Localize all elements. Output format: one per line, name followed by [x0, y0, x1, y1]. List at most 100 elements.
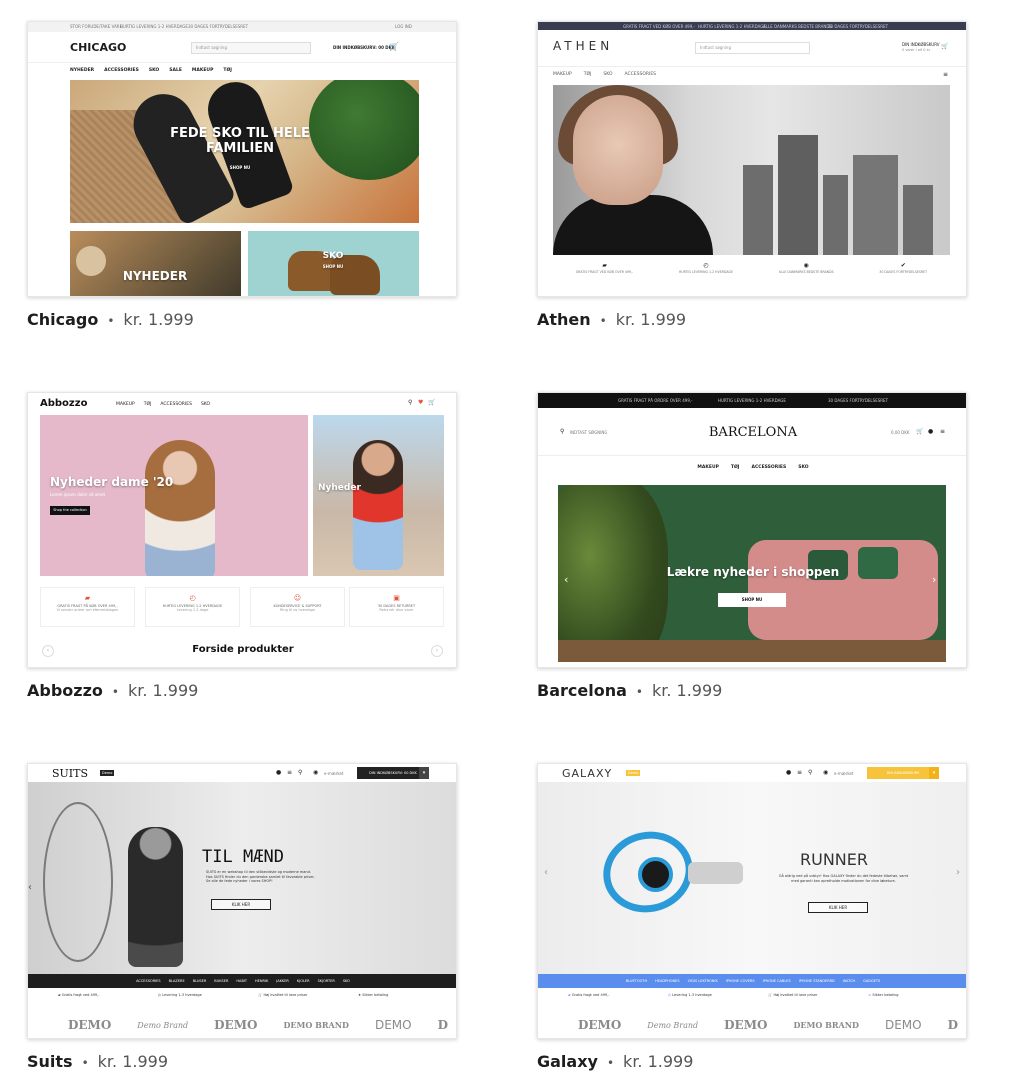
- preview-topbar-text: GRATIS FRAGT VED KØB OVER 499,-: [623, 23, 695, 29]
- preview-nav-item: SALE: [169, 68, 182, 73]
- preview-hero-cta: Shop the collection: [50, 506, 90, 515]
- preview-feature: ✔ 30 DAGES FORTRYDELSESRET: [879, 262, 928, 274]
- preview-logo: ATHEN: [553, 39, 614, 53]
- menu-icon: ≡: [943, 71, 949, 78]
- theme-preview-galaxy[interactable]: GALAXY Demo ● ≡ ⚲ ◉ e-mærket DIN INDKØBS…: [537, 763, 967, 1039]
- preview-perk: ▰ Gratis fragt ved 499,-: [568, 993, 610, 997]
- search-icon: ⚲: [808, 769, 813, 776]
- theme-card-abbozzo: Abbozzo MAKEUP TØJ ACCESSORIES SKO ⚲ ♥ 🛒…: [27, 392, 457, 703]
- preview-features: ▰ GRATIS FRAGT VED KØB OVER 499,- ◴ HURTIG…: [553, 262, 950, 287]
- preview-hero-cta: KLIK HER: [808, 902, 868, 913]
- theme-caption: Athen • kr. 1.999: [537, 309, 967, 332]
- preview-nav-item: TØJ: [730, 465, 740, 470]
- preview-nav: MAKEUP TØJ ACCESSORIES SKO: [116, 402, 210, 407]
- theme-name[interactable]: Abbozzo: [27, 681, 103, 700]
- theme-card-chicago: STOR FORUDE/TAKE VARE HURTIG LEVERING 1-…: [27, 21, 457, 332]
- preview-logo: CHICAGO: [70, 41, 127, 54]
- theme-price: kr. 1.999: [623, 1052, 694, 1071]
- preview-perk: ◴ Levering 1-3 hverdage: [158, 993, 202, 997]
- preview-nav: MAKEUP TØJ ACCESSORIES SKO: [538, 465, 966, 470]
- theme-preview-abbozzo[interactable]: Abbozzo MAKEUP TØJ ACCESSORIES SKO ⚲ ♥ 🛒…: [27, 392, 457, 668]
- theme-name[interactable]: Suits: [27, 1052, 73, 1071]
- return-icon: ✔: [900, 262, 906, 269]
- theme-name[interactable]: Barcelona: [537, 681, 627, 700]
- bag-icon: ▣: [393, 594, 400, 602]
- preview-logo: Abbozzo: [40, 398, 88, 409]
- theme-name[interactable]: Chicago: [27, 310, 98, 329]
- preview-feature: ▣ 30 DAGES RETURRET Returnér dine varer: [349, 587, 444, 627]
- preview-topbar-text: 30 DAGES FORTRYDELSESRET: [828, 398, 889, 403]
- preview-nav-item: TØJ: [583, 72, 592, 77]
- theme-name[interactable]: Galaxy: [537, 1052, 598, 1071]
- preview-perk: ▰ Gratis fragt ved 499,-: [58, 993, 100, 997]
- chevron-left-icon: ‹: [28, 882, 32, 893]
- theme-price: kr. 1.999: [127, 681, 199, 700]
- theme-caption: Barcelona • kr. 1.999: [537, 680, 967, 703]
- preview-topbar: GRATIS FRAGT PÅ ORDRE OVER 499,- HURTIG …: [538, 393, 966, 408]
- preview-hero-cta: SHOP NU: [718, 593, 786, 607]
- preview-logo-badge: Demo: [626, 770, 641, 776]
- preview-hero2-title: Nyheder: [318, 483, 361, 493]
- e-mark-icon: ◉: [823, 769, 829, 776]
- preview-hero: Nyheder dame '20 Lorem ipsum dolor sit a…: [40, 415, 308, 576]
- preview-perk: ★ Sikker betaling: [358, 993, 389, 997]
- preview-section-title: Forside produkter: [192, 644, 294, 655]
- separator-dot: •: [111, 685, 119, 699]
- preview-logo-badge: Demo: [100, 770, 115, 776]
- menu-icon: ≡: [287, 769, 293, 776]
- theme-caption: Chicago • kr. 1.999: [27, 309, 457, 332]
- preview-hero-secondary: Nyheder: [313, 415, 444, 576]
- preview-perk: ▭ Sikker betaling: [868, 993, 899, 997]
- preview-hero-cta: KLIK HER: [211, 899, 271, 910]
- preview-hero: RUNNER Gå aldrig ned på udstyr! Hos GALA…: [538, 782, 966, 974]
- preview-nav-item: SKO: [798, 465, 809, 470]
- truck-icon: ▰: [84, 594, 91, 602]
- preview-nav-item: MAKEUP: [697, 465, 719, 470]
- theme-card-barcelona: GRATIS FRAGT PÅ ORDRE OVER 499,- HURTIG …: [537, 392, 967, 703]
- preview-nav-item: ACCESSORIES: [624, 72, 657, 77]
- preview-nav-item: ACCESSORIES: [104, 68, 139, 73]
- theme-preview-suits[interactable]: SUITS Demo ● ≡ ⚲ ◉ e-mærket DIN INDKØBSK…: [27, 763, 457, 1039]
- preview-topbar: STOR FORUDE/TAKE VARE HURTIG LEVERING 1-…: [28, 22, 456, 32]
- arrow-left-icon: ‹: [42, 645, 54, 657]
- clock-icon: ◴: [189, 594, 196, 602]
- preview-topbar-text: HURTIG LEVERING 1-2 HVERDAGE: [120, 24, 188, 29]
- preview-eye-label: e-mærket: [324, 771, 344, 776]
- menu-icon: ≡: [797, 769, 803, 776]
- preview-tile-cta: SHOP NU: [322, 264, 344, 269]
- separator-dot: •: [599, 314, 607, 328]
- preview-topbar: GRATIS FRAGT VED KØB OVER 499,- HURTIG L…: [538, 22, 966, 30]
- preview-nav-item: TØJ: [223, 68, 232, 73]
- preview-login: LOG IND: [395, 24, 412, 29]
- preview-nav: NYHEDER ACCESSORIES SKO SALE MAKEUP TØJ: [70, 68, 232, 73]
- user-icon: ●: [786, 769, 792, 776]
- menu-icon: ≡: [940, 428, 946, 435]
- preview-cart: DIN INDKØBSKURV: 00 DKK: [333, 45, 395, 50]
- preview-cart-sub: 0 varer i alt 0 kr: [902, 48, 931, 52]
- preview-feature: ◴ HURTIG LEVERING 1-2 HVERDAGE Levering 1-…: [145, 587, 240, 627]
- preview-tile-news: NYHEDER: [70, 231, 241, 296]
- theme-price: kr. 1.999: [97, 1052, 169, 1071]
- preview-perk: 🛒 Høj kvalitet til lave priser: [258, 993, 308, 997]
- theme-price: kr. 1.999: [123, 310, 194, 329]
- preview-topbar-text: ALLE DANMARKS BEDSTE BRANDS: [763, 23, 832, 29]
- theme-name[interactable]: Athen: [537, 310, 591, 329]
- preview-topbar-text: HURTIG LEVERING 1-2 HVERDAGE: [718, 398, 786, 403]
- chevron-right-icon: ›: [932, 573, 937, 586]
- theme-card-athen: GRATIS FRAGT VED KØB OVER 499,- HURTIG L…: [537, 21, 967, 332]
- chevron-left-icon: ‹: [564, 573, 569, 586]
- user-icon: ●: [276, 769, 282, 776]
- search-icon: ⚲: [408, 399, 413, 406]
- theme-preview-barcelona[interactable]: GRATIS FRAGT PÅ ORDRE OVER 499,- HURTIG …: [537, 392, 967, 668]
- theme-caption: Galaxy • kr. 1.999: [537, 1051, 967, 1074]
- cart-icon: 🛒: [389, 42, 399, 51]
- theme-preview-athen[interactable]: GRATIS FRAGT VED KØB OVER 499,- HURTIG L…: [537, 21, 967, 297]
- theme-price: kr. 1.999: [615, 310, 687, 329]
- preview-hero-cta: SHOP NU: [229, 165, 251, 170]
- theme-preview-chicago[interactable]: STOR FORUDE/TAKE VARE HURTIG LEVERING 1-…: [27, 21, 457, 297]
- preview-nav-item: MAKEUP: [116, 402, 135, 407]
- preview-tile-title: NYHEDER: [122, 269, 188, 283]
- award-icon: ◉: [803, 262, 809, 269]
- preview-brands: DEMO Demo Brand DEMO DEMO BRAND DEMO D: [68, 1018, 448, 1032]
- preview-nav-item: ACCESSORIES: [160, 402, 192, 407]
